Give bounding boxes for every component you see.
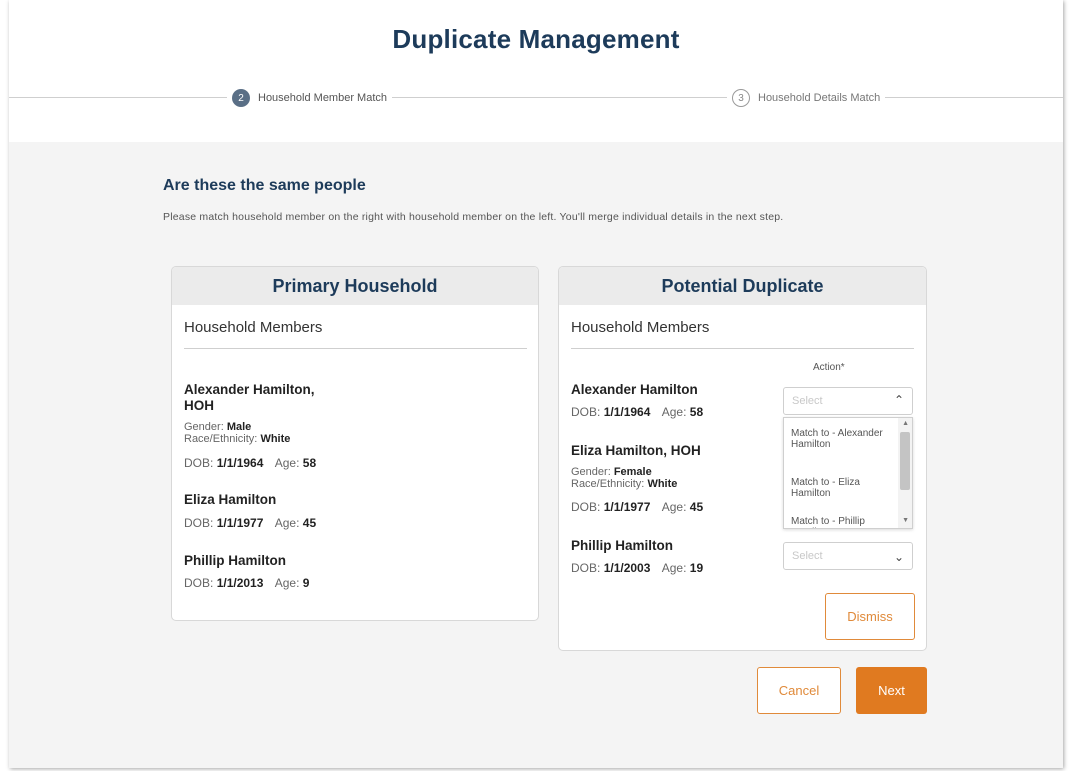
dropdown-option[interactable]: Match to - Phillip Hamilton — [791, 516, 891, 528]
dob-label: DOB: — [184, 576, 214, 590]
gender-label: Gender: — [571, 466, 611, 478]
member-name: Alexander Hamilton — [571, 382, 698, 397]
potential-duplicate-card: Potential Duplicate Household Members Ac… — [558, 266, 927, 651]
progress-line — [9, 97, 1063, 98]
dob-value: 1/1/2013 — [216, 576, 264, 590]
member-dob-age: DOB: 1/1/2013 Age: 9 — [184, 576, 309, 590]
member-role-line: HOH — [184, 398, 214, 413]
page-header: Duplicate Management 2 Household Member … — [9, 0, 1063, 142]
section-heading: Are these the same people — [163, 177, 366, 194]
action-column-label: Action* — [813, 362, 845, 373]
age-value: 45 — [689, 500, 704, 514]
step-number-badge: 3 — [732, 89, 750, 107]
member-details: Gender: Female Race/Ethnicity: White — [571, 466, 677, 490]
member-dob-age: DOB: 1/1/1977 Age: 45 — [184, 516, 316, 530]
next-button[interactable]: Next — [856, 667, 927, 714]
member-details: Gender: Male Race/Ethnicity: White — [184, 421, 290, 445]
member-dob-age: DOB: 1/1/2003 Age: 19 — [571, 561, 703, 575]
age-value: 9 — [302, 576, 310, 590]
age-label: Age: — [661, 500, 687, 514]
potential-duplicate-title: Potential Duplicate — [559, 267, 926, 305]
member-dob-age: DOB: 1/1/1964 Age: 58 — [184, 456, 316, 470]
step-number-badge: 2 — [232, 89, 250, 107]
age-label: Age: — [661, 405, 687, 419]
member-name: Phillip Hamilton — [571, 538, 674, 553]
dob-value: 1/1/1964 — [603, 405, 651, 419]
dob-value: 1/1/1977 — [603, 500, 651, 514]
action-select-open[interactable]: Select ⌃ — [783, 387, 913, 415]
cancel-button[interactable]: Cancel — [757, 667, 841, 714]
dropdown-option[interactable]: Match to - Eliza Hamilton — [791, 477, 891, 499]
member-dob-age: DOB: 1/1/1977 Age: 45 — [571, 500, 703, 514]
chevron-up-icon: ⌃ — [893, 393, 904, 407]
dob-value: 1/1/1964 — [216, 456, 264, 470]
dob-label: DOB: — [184, 516, 214, 530]
select-placeholder: Select — [792, 395, 823, 407]
dropdown-scroll-thumb[interactable] — [900, 432, 910, 490]
scroll-up-arrow-icon[interactable]: ▲ — [902, 420, 909, 427]
race-value: White — [647, 478, 678, 490]
primary-household-title: Primary Household — [172, 267, 538, 305]
dropdown-option[interactable]: Match to - Alexander Hamilton — [791, 428, 891, 450]
age-label: Age: — [274, 576, 300, 590]
member-name: Eliza Hamilton — [184, 492, 277, 507]
age-label: Age: — [274, 516, 300, 530]
dob-value: 1/1/1977 — [216, 516, 264, 530]
gender-label: Gender: — [184, 421, 224, 433]
gender-value: Female — [613, 466, 652, 478]
step-household-details-match: 3 Household Details Match — [727, 88, 886, 108]
chevron-down-icon: ⌄ — [893, 550, 904, 564]
member-name: Phillip Hamilton — [184, 553, 287, 568]
dob-label: DOB: — [184, 456, 214, 470]
dob-label: DOB: — [571, 561, 601, 575]
select-placeholder: Select — [792, 550, 823, 562]
member-dob-age: DOB: 1/1/1964 Age: 58 — [571, 405, 703, 419]
race-value: White — [260, 433, 291, 445]
race-label: Race/Ethnicity: — [184, 433, 258, 445]
age-value: 58 — [689, 405, 704, 419]
race-label: Race/Ethnicity: — [571, 478, 645, 490]
divider — [184, 348, 527, 349]
dob-label: DOB: — [571, 500, 601, 514]
action-select[interactable]: Select ⌄ — [783, 542, 913, 570]
dismiss-button[interactable]: Dismiss — [825, 593, 915, 640]
scroll-down-arrow-icon[interactable]: ▼ — [902, 517, 909, 524]
age-value: 19 — [689, 561, 704, 575]
member-name: Alexander Hamilton, HOH — [184, 382, 315, 414]
action-dropdown-menu: Match to - Alexander Hamilton Match to -… — [783, 417, 913, 529]
members-title: Household Members — [184, 319, 323, 336]
age-value: 45 — [302, 516, 317, 530]
age-label: Age: — [274, 456, 300, 470]
instructions-text: Please match household member on the rig… — [163, 211, 784, 223]
dob-label: DOB: — [571, 405, 601, 419]
step-label: Household Details Match — [758, 92, 881, 104]
primary-household-card: Primary Household Household Members Alex… — [171, 266, 539, 621]
age-value: 58 — [302, 456, 317, 470]
page-title: Duplicate Management — [392, 24, 680, 54]
age-label: Age: — [661, 561, 687, 575]
step-household-member-match: 2 Household Member Match — [227, 88, 393, 108]
divider — [571, 348, 914, 349]
dob-value: 1/1/2003 — [603, 561, 651, 575]
gender-value: Male — [226, 421, 252, 433]
members-title: Household Members — [571, 319, 710, 336]
member-name: Eliza Hamilton, HOH — [571, 443, 701, 458]
member-name-line: Alexander Hamilton, — [184, 382, 315, 397]
step-label: Household Member Match — [258, 92, 388, 104]
